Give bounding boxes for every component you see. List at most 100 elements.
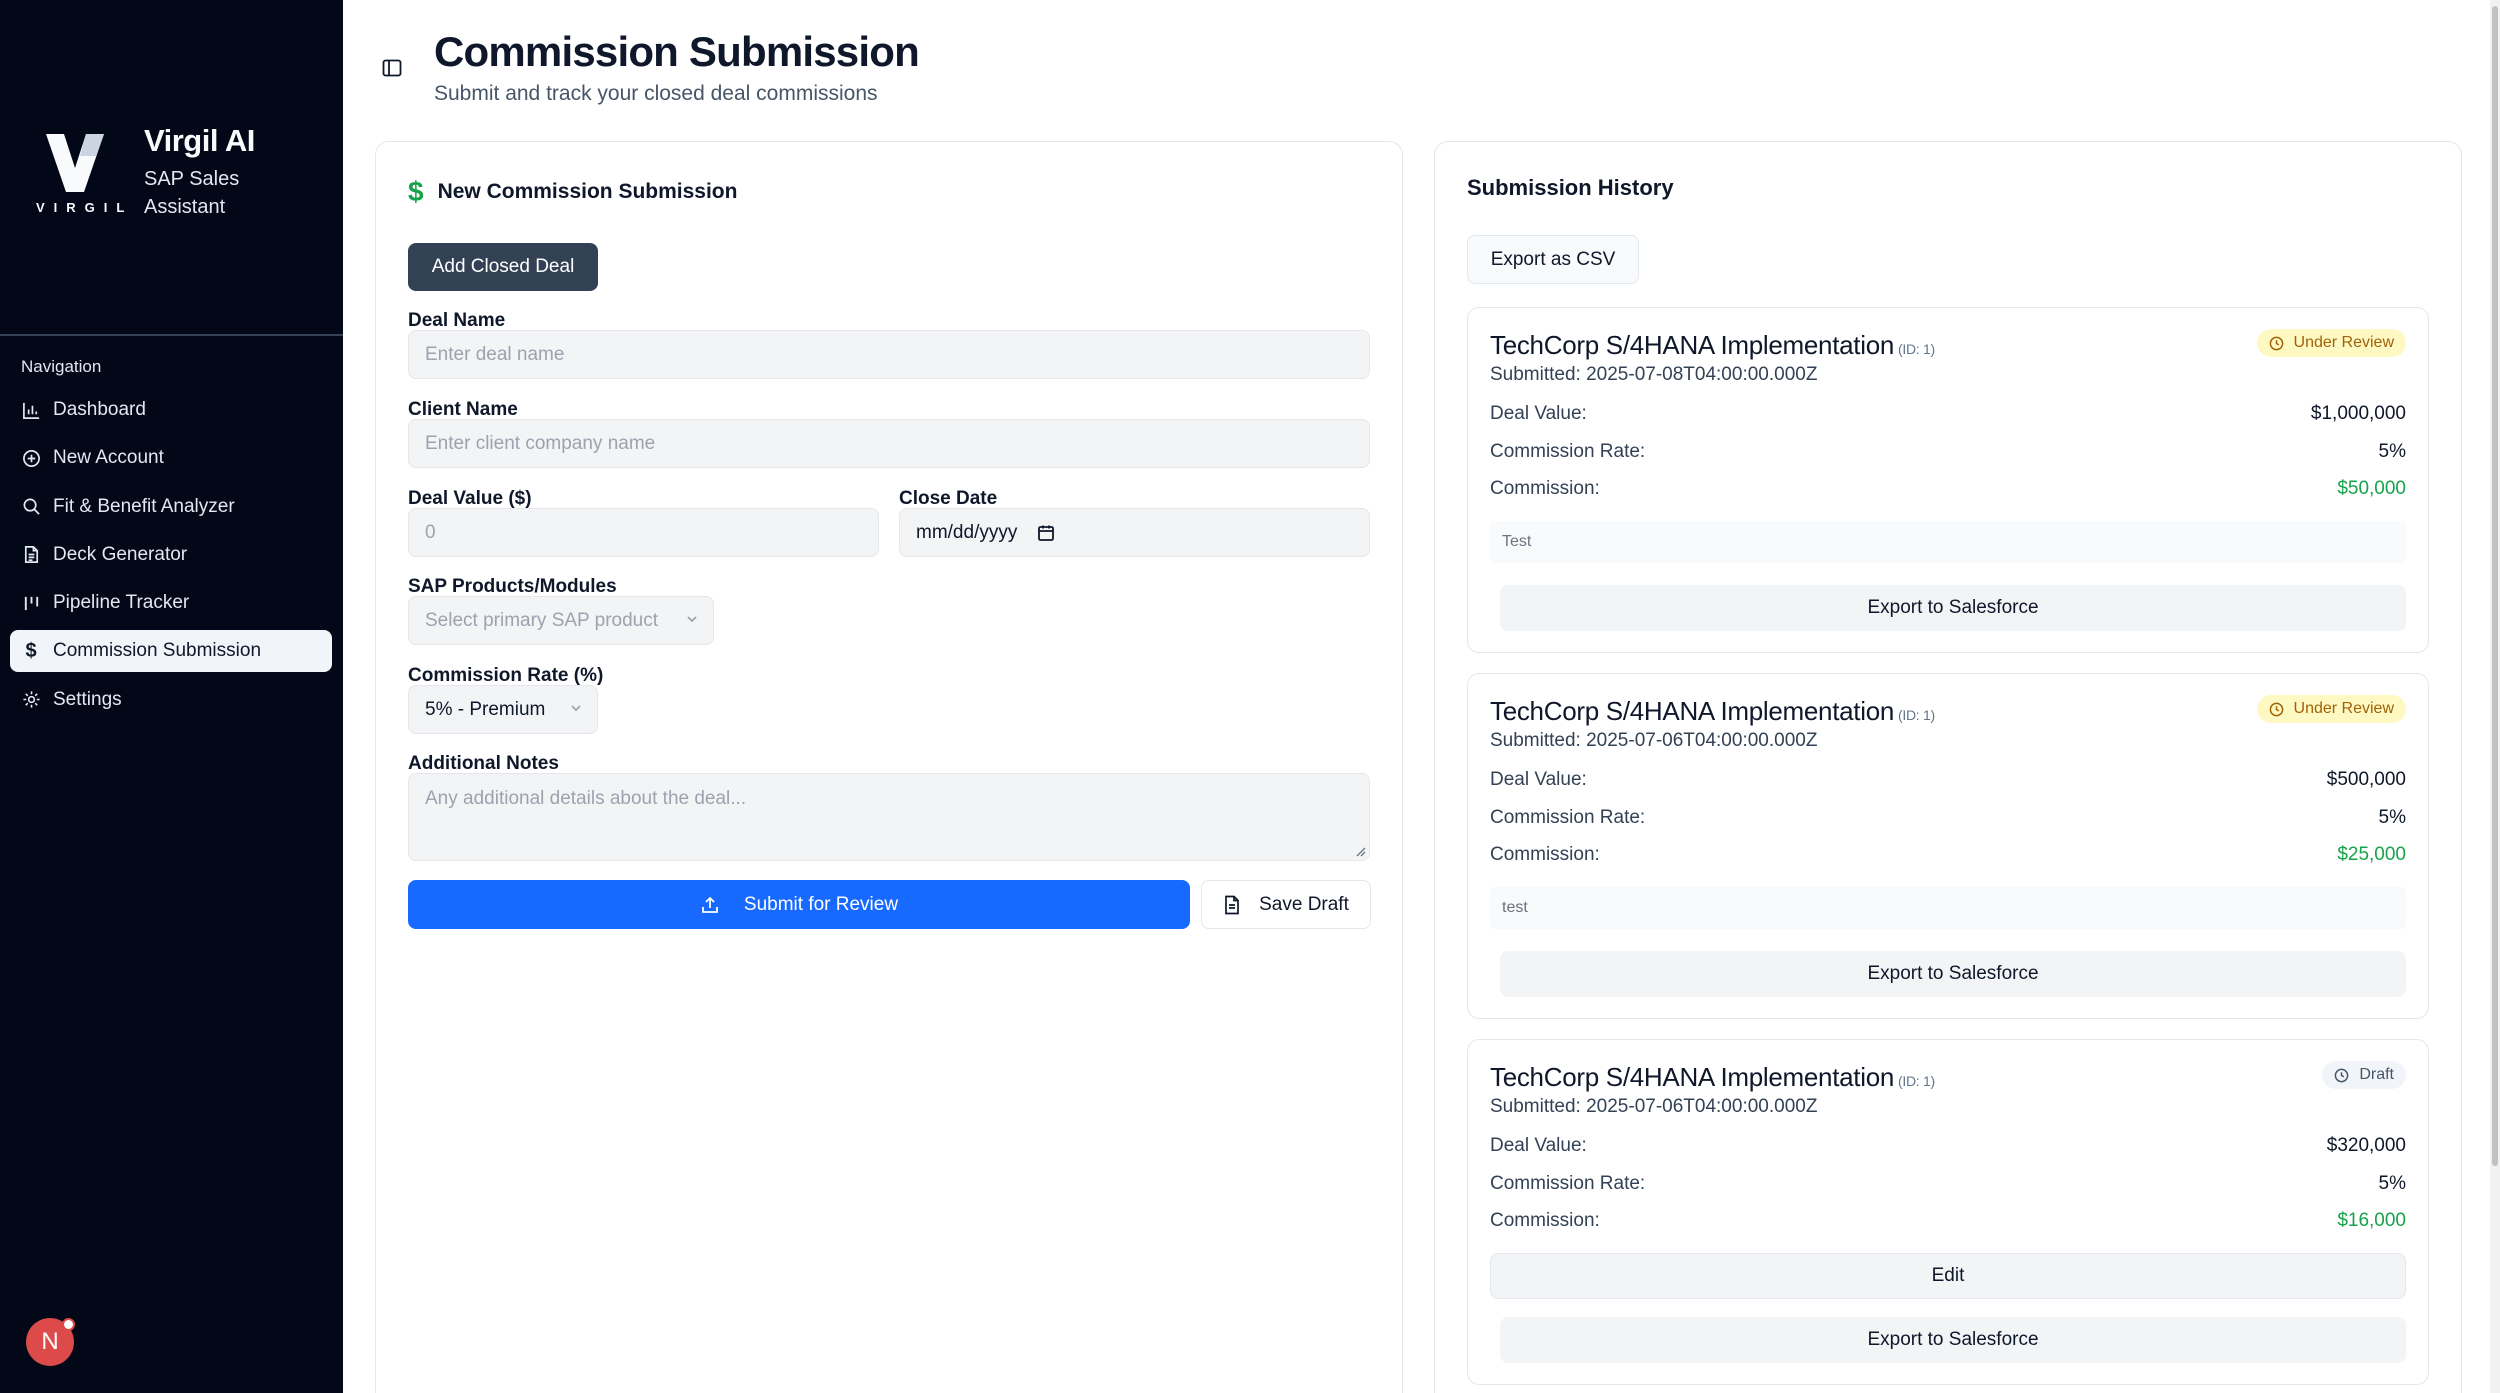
add-closed-deal-button[interactable]: Add Closed Deal (408, 243, 598, 291)
row-label: Deal Value: (1490, 769, 1587, 790)
submission-title: TechCorp S/4HANA Implementation (ID: 1) (1490, 1062, 1935, 1093)
status-label: Under Review (2293, 700, 2394, 717)
sidebar-item-commission-submission[interactable]: $ Commission Submission (10, 630, 332, 673)
export-to-salesforce-button[interactable]: Export to Salesforce (1500, 585, 2406, 631)
row-label: Commission Rate: (1490, 807, 1646, 828)
submission-item: TechCorp S/4HANA Implementation (ID: 1) S… (1467, 307, 2429, 653)
sidebar-item-label: Deck Generator (53, 543, 188, 565)
submission-deal-name: TechCorp S/4HANA Implementation (1490, 330, 1895, 360)
deal-value-row: Deal Value: $500,000 (1490, 769, 2406, 791)
search-icon (21, 497, 41, 517)
submission-item: TechCorp S/4HANA Implementation (ID: 1) S… (1467, 1039, 2429, 1385)
deal-value-row: Deal Value: $320,000 (1490, 1135, 2406, 1157)
submission-date: Submitted: 2025-07-08T04:00:00.000Z (1490, 364, 1818, 385)
save-draft-button[interactable]: Save Draft (1201, 880, 1371, 929)
row-value: $1,000,000 (2310, 403, 2406, 424)
deal-value-row: Deal Value: $1,000,000 (1490, 403, 2406, 425)
commission-rate-select[interactable]: 5% - Premium (408, 685, 598, 734)
commission-rate-row: Commission Rate: 5% (1490, 807, 2406, 829)
notes-label: Additional Notes (408, 753, 559, 774)
notification-dot (62, 1318, 75, 1331)
submission-history-card: Submission History Export as CSV TechCor… (1434, 141, 2462, 1393)
sidebar-item-settings[interactable]: Settings (10, 679, 332, 721)
sidebar-item-fit-benefit-analyzer[interactable]: Fit & Benefit Analyzer (10, 486, 332, 528)
row-label: Commission Rate: (1490, 1173, 1646, 1194)
sidebar-item-label: Fit & Benefit Analyzer (53, 495, 235, 517)
status-badge: Under Review (2256, 329, 2406, 357)
row-label: Commission: (1490, 844, 1600, 865)
commission-rate-label: Commission Rate (%) (408, 665, 604, 686)
chevron-down-icon (685, 612, 699, 629)
sidebar-item-pipeline-tracker[interactable]: Pipeline Tracker (10, 582, 332, 624)
chevron-down-icon (569, 701, 583, 718)
submit-label: Submit for Review (743, 893, 899, 915)
clock-icon (2269, 336, 2284, 351)
new-commission-form-card: $ New Commission Submission Add Closed D… (375, 141, 1403, 1393)
client-name-label: Client Name (408, 399, 518, 420)
row-value: 5% (2378, 441, 2406, 462)
file-text-icon (21, 545, 41, 565)
submission-id: (ID: 1) (1898, 341, 1935, 357)
dollar-icon: $ (25, 639, 37, 662)
row-value: $50,000 (2337, 478, 2406, 499)
calendar-icon[interactable] (1037, 524, 1055, 542)
sap-product-select[interactable]: Select primary SAP product (408, 596, 714, 645)
nav-heading: Navigation (21, 357, 102, 376)
row-label: Commission: (1490, 1210, 1600, 1231)
sidebar-item-new-account[interactable]: New Account (10, 437, 332, 479)
sidebar-toggle-icon[interactable] (382, 58, 404, 80)
row-value: $25,000 (2337, 844, 2406, 865)
client-name-input[interactable]: Enter client company name (408, 419, 1370, 468)
deal-name-input[interactable]: Enter deal name (408, 330, 1370, 379)
submission-item: TechCorp S/4HANA Implementation (ID: 1) S… (1467, 673, 2429, 1019)
sidebar: VIRGIL Virgil AI SAP Sales Assistant Nav… (0, 0, 343, 1393)
commission-row: Commission: $16,000 (1490, 1210, 2406, 1232)
brand[interactable]: VIRGIL Virgil AI SAP Sales Assistant (32, 118, 255, 221)
status-badge: Draft (2322, 1061, 2406, 1089)
close-date-input[interactable]: mm/dd/yyyy (899, 508, 1370, 557)
submission-title: TechCorp S/4HANA Implementation (ID: 1) (1490, 696, 1935, 727)
submission-date: Submitted: 2025-07-06T04:00:00.000Z (1490, 730, 1818, 751)
sidebar-item-label: Dashboard (53, 399, 146, 420)
sidebar-item-dashboard[interactable]: Dashboard (10, 389, 332, 431)
close-date-label: Close Date (899, 488, 998, 509)
page-title: Commission Submission (434, 28, 920, 75)
sidebar-item-deck-generator[interactable]: Deck Generator (10, 534, 332, 576)
resize-handle-icon[interactable] (1354, 845, 1366, 857)
deal-value-input[interactable]: 0 (408, 508, 879, 557)
notes-textarea[interactable]: Any additional details about the deal... (408, 773, 1370, 861)
commission-row: Commission: $25,000 (1490, 844, 2406, 866)
edit-button[interactable]: Edit (1490, 1253, 2406, 1299)
clock-icon (2334, 1068, 2349, 1083)
row-label: Deal Value: (1490, 1135, 1587, 1156)
row-value: $500,000 (2326, 769, 2406, 790)
logo-v-mark (46, 134, 104, 192)
page-scrollbar-thumb[interactable] (2492, 6, 2498, 1166)
commission-rate-value: 5% - Premium (425, 698, 546, 720)
page-subtitle: Submit and track your closed deal commis… (434, 82, 878, 105)
row-label: Commission: (1490, 478, 1600, 499)
commission-rate-row: Commission Rate: 5% (1490, 441, 2406, 463)
row-label: Commission Rate: (1490, 441, 1646, 462)
kanban-icon (21, 593, 41, 613)
row-value: 5% (2378, 1173, 2406, 1194)
export-to-salesforce-button[interactable]: Export to Salesforce (1500, 1317, 2406, 1363)
save-draft-label: Save Draft (1259, 893, 1349, 915)
history-title: Submission History (1467, 175, 1674, 200)
submit-for-review-button[interactable]: Submit for Review (408, 880, 1190, 929)
submission-id: (ID: 1) (1898, 707, 1935, 723)
gear-icon (21, 690, 41, 710)
form-header: $ New Commission Submission (408, 176, 737, 208)
status-label: Draft (2359, 1066, 2394, 1083)
clock-icon (2269, 702, 2284, 717)
app-title: Virgil AI (144, 123, 255, 158)
sidebar-item-label: Settings (53, 688, 122, 710)
sap-product-placeholder: Select primary SAP product (425, 609, 659, 631)
sidebar-item-label: New Account (53, 447, 164, 469)
plus-circle-icon (21, 448, 41, 468)
export-to-salesforce-button[interactable]: Export to Salesforce (1500, 951, 2406, 997)
export-csv-button[interactable]: Export as CSV (1467, 235, 1639, 284)
row-value: $16,000 (2337, 1210, 2406, 1231)
commission-rate-row: Commission Rate: 5% (1490, 1173, 2406, 1195)
submission-deal-name: TechCorp S/4HANA Implementation (1490, 696, 1895, 726)
